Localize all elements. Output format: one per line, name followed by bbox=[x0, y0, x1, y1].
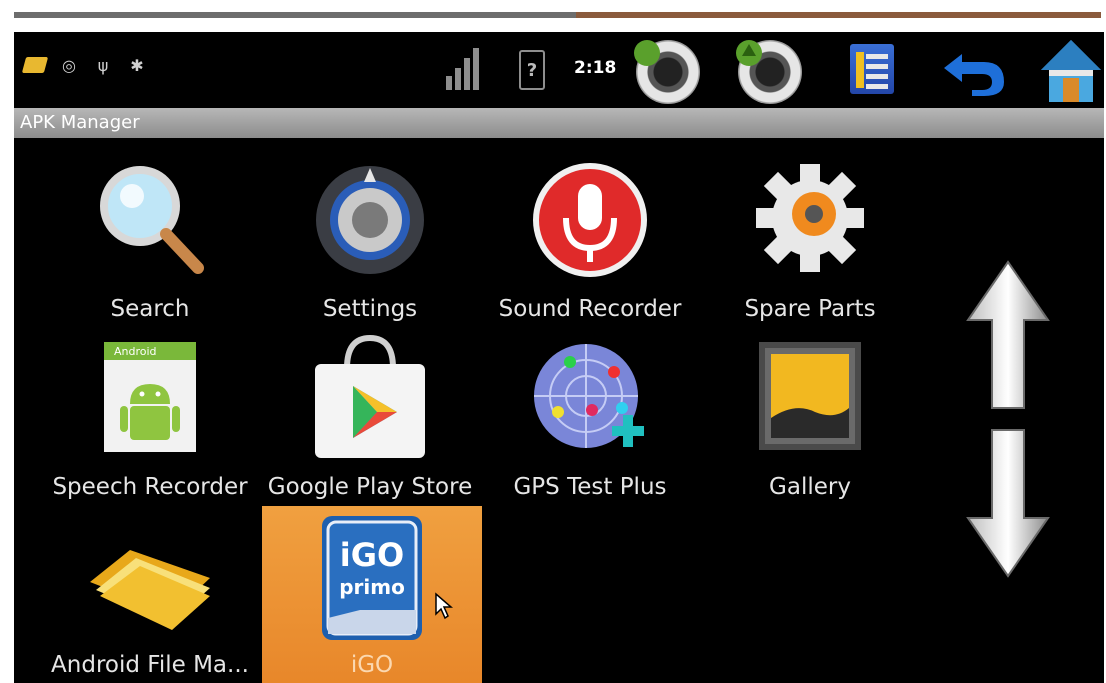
video-top-strip bbox=[0, 0, 1106, 32]
home-icon[interactable] bbox=[1039, 38, 1103, 104]
app-label: Search bbox=[110, 296, 190, 322]
app-speech-recorder[interactable]: Android Speech Recorder bbox=[40, 334, 260, 500]
app-gps-test-plus[interactable]: GPS Test Plus bbox=[480, 334, 700, 500]
mail-notification-icon bbox=[21, 54, 49, 76]
svg-text:primo: primo bbox=[339, 575, 405, 599]
scroll-up-arrow-icon[interactable] bbox=[966, 260, 1050, 410]
app-label: Gallery bbox=[769, 474, 851, 500]
page-title: APK Manager bbox=[20, 112, 140, 133]
app-label: iGO bbox=[350, 652, 394, 678]
gallery-icon bbox=[759, 342, 861, 450]
battery-icon: ? bbox=[519, 50, 545, 90]
menu-icon[interactable] bbox=[850, 44, 894, 94]
title-bar: APK Manager bbox=[14, 108, 1104, 138]
app-label: GPS Test Plus bbox=[513, 474, 667, 500]
app-settings[interactable]: Settings bbox=[260, 158, 480, 322]
magnifier-icon bbox=[100, 166, 204, 274]
svg-text:Android: Android bbox=[114, 345, 157, 358]
android-icon: Android bbox=[104, 342, 196, 452]
radar-icon bbox=[534, 344, 644, 448]
app-google-play-store[interactable]: Google Play Store bbox=[260, 334, 480, 500]
igo-primo-icon: iGO primo bbox=[322, 516, 422, 640]
app-label: Settings bbox=[322, 296, 418, 322]
sync-icon: ◎ bbox=[62, 55, 76, 75]
app-label: Android File Ma... bbox=[51, 652, 249, 678]
scroll-down-arrow-icon[interactable] bbox=[966, 428, 1050, 578]
folder-icon bbox=[90, 550, 210, 630]
play-store-bag-icon bbox=[315, 334, 425, 458]
back-icon[interactable] bbox=[942, 48, 1006, 96]
app-gallery[interactable]: Gallery bbox=[700, 334, 920, 500]
microphone-icon bbox=[533, 163, 647, 277]
usb-icon: ψ bbox=[97, 55, 109, 75]
gear-icon bbox=[756, 164, 864, 272]
status-bar: ◎ ψ ✱ ? 2:18 bbox=[14, 32, 1104, 108]
notification-icons: ◎ ψ ✱ bbox=[21, 54, 148, 76]
android-screen: ◎ ψ ✱ ? 2:18 APK Manager Search Settings… bbox=[14, 32, 1104, 683]
signal-icon bbox=[446, 46, 482, 90]
app-android-file-manager[interactable]: Android File Ma... bbox=[40, 510, 260, 678]
clock: 2:18 bbox=[574, 58, 617, 78]
app-search[interactable]: Search bbox=[40, 158, 260, 322]
app-label: Google Play Store bbox=[267, 474, 473, 500]
app-label: Spare Parts bbox=[744, 296, 876, 322]
app-igo[interactable]: iGO primo iGO bbox=[262, 506, 482, 683]
volume-up-icon[interactable] bbox=[736, 40, 802, 104]
volume-down-icon[interactable] bbox=[634, 40, 700, 104]
video-progress-bar bbox=[14, 12, 576, 18]
svg-text:iGO: iGO bbox=[340, 536, 404, 574]
debug-icon: ✱ bbox=[130, 55, 144, 75]
video-progress-bar-right bbox=[576, 12, 1101, 18]
app-label: Sound Recorder bbox=[498, 296, 682, 322]
app-sound-recorder[interactable]: Sound Recorder bbox=[480, 158, 700, 322]
app-spare-parts[interactable]: Spare Parts bbox=[700, 158, 920, 322]
settings-knob-icon bbox=[316, 166, 424, 274]
app-label: Speech Recorder bbox=[52, 474, 248, 500]
mouse-cursor-icon bbox=[435, 592, 454, 620]
